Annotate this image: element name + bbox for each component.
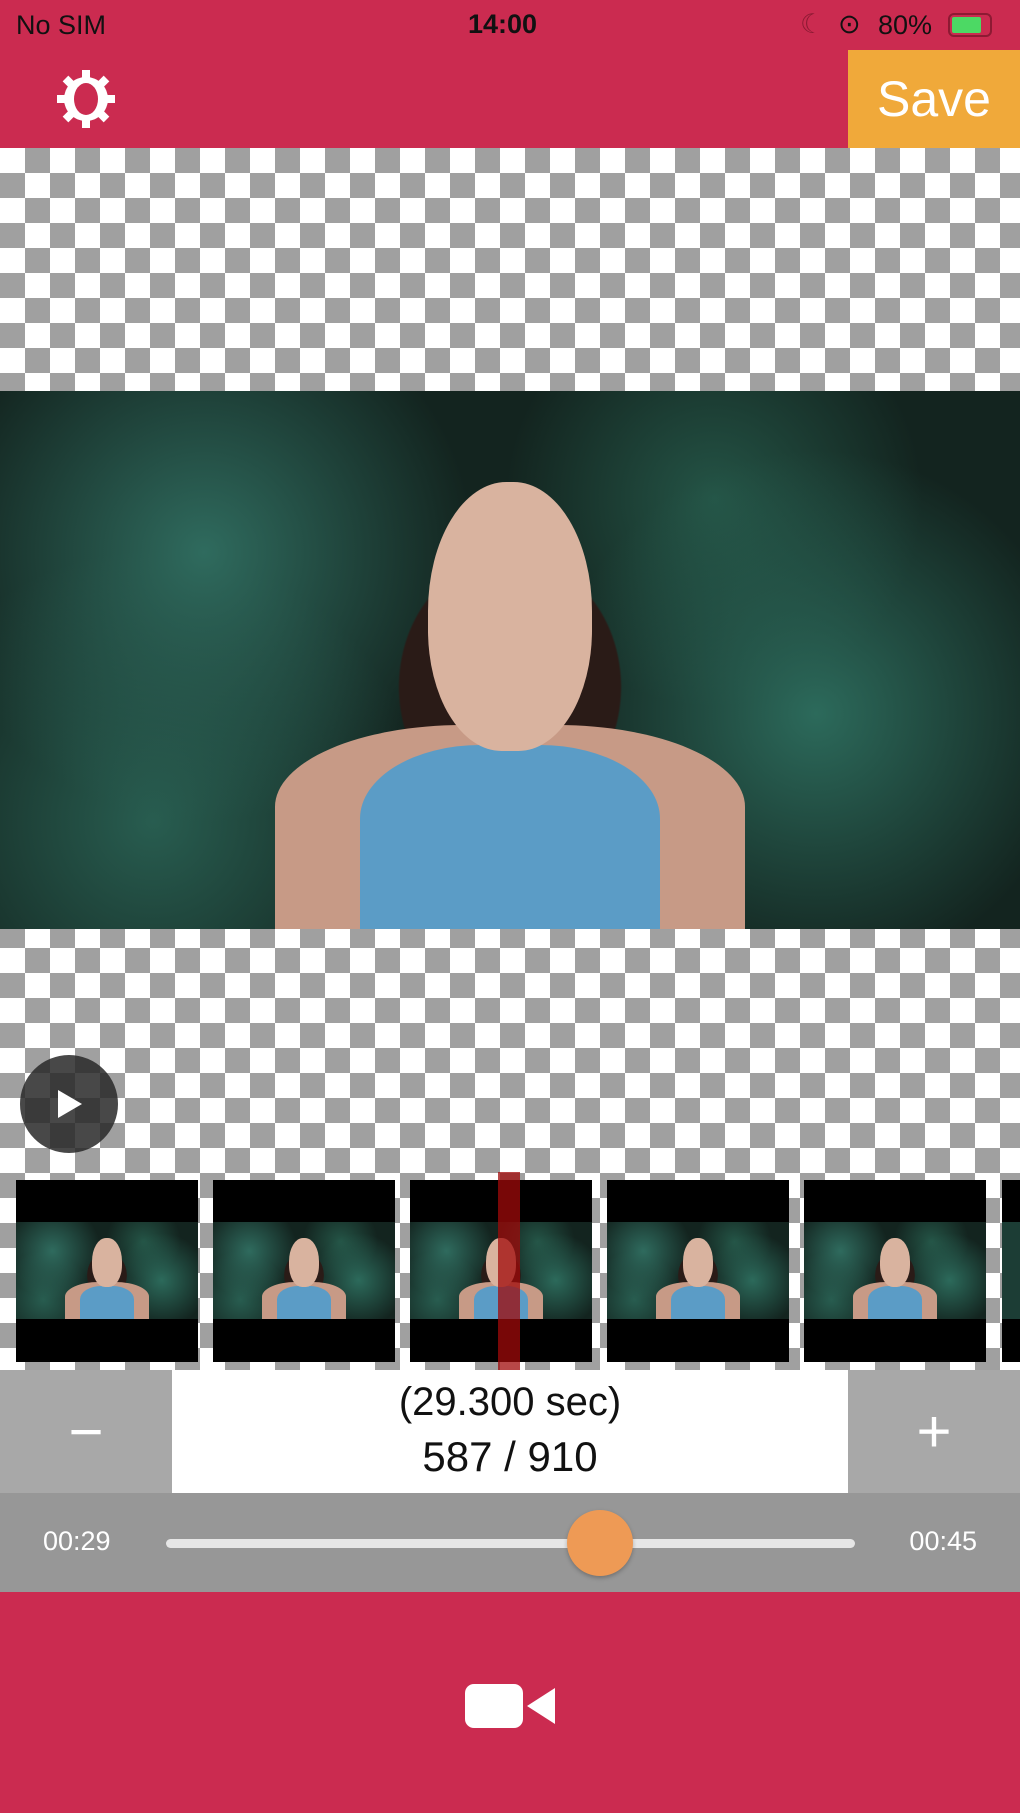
top-bar: Save bbox=[0, 50, 1020, 148]
slider-track[interactable] bbox=[166, 1539, 855, 1548]
battery-icon bbox=[948, 13, 992, 37]
frame-info: (29.300 sec) 587 / 910 bbox=[172, 1370, 848, 1493]
frame-thumbnail[interactable] bbox=[607, 1180, 789, 1362]
slider-thumb[interactable] bbox=[567, 1510, 634, 1576]
filmstrip[interactable] bbox=[0, 1172, 1020, 1370]
play-icon bbox=[58, 1090, 82, 1118]
bottom-bar bbox=[0, 1592, 1020, 1813]
video-preview[interactable] bbox=[0, 391, 1020, 930]
frame-time: (29.300 sec) bbox=[398, 1380, 622, 1424]
frame-counter: 587 / 910 bbox=[422, 1433, 598, 1480]
frame-thumbnail[interactable] bbox=[16, 1180, 198, 1362]
playhead-marker[interactable] bbox=[498, 1172, 520, 1370]
play-button[interactable] bbox=[20, 1055, 118, 1153]
next-frame-button[interactable]: + bbox=[848, 1370, 1020, 1493]
save-button[interactable]: Save bbox=[848, 50, 1020, 148]
frame-thumbnail[interactable] bbox=[804, 1180, 986, 1362]
frame-thumbnail[interactable] bbox=[213, 1180, 395, 1362]
rotation-lock-icon: ⊙ bbox=[838, 9, 861, 39]
scrubber-bar: 00:29 00:45 bbox=[0, 1493, 1020, 1592]
video-camera-icon[interactable] bbox=[465, 1682, 555, 1730]
frame-thumbnail-partial[interactable] bbox=[1002, 1180, 1020, 1362]
status-bar: No SIM 14:00 ☾ ⊙ 80% bbox=[0, 0, 1020, 50]
range-start-time: 00:29 bbox=[43, 1526, 111, 1556]
range-end-time: 00:45 bbox=[909, 1526, 977, 1556]
moon-icon: ☾ bbox=[800, 9, 825, 39]
battery-percent: 80% bbox=[878, 10, 933, 40]
clock: 14:00 bbox=[468, 9, 538, 39]
gear-icon[interactable] bbox=[56, 68, 116, 130]
carrier-label: No SIM bbox=[16, 10, 107, 40]
previous-frame-button[interactable]: − bbox=[0, 1370, 172, 1493]
